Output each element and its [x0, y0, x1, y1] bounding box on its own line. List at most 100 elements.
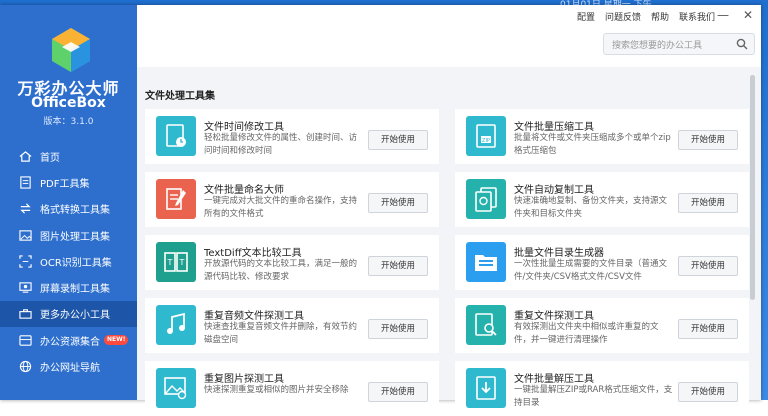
pdf-icon [18, 175, 32, 189]
sidebar-item-0[interactable]: 首页 [0, 143, 137, 169]
tool-description: 快速探测重复或相似的图片并安全移除 [204, 385, 349, 395]
start-button[interactable]: 开始使用 [678, 130, 738, 150]
sidebar-item-1[interactable]: PDF工具集 [0, 169, 137, 195]
tool-description: 轻松批量修改文件的属性、创建时间、访问时间和修改时间 [204, 133, 358, 156]
image-search-icon [156, 368, 196, 408]
sidebar-item-7[interactable]: 办公资源集合 NEW! [0, 327, 137, 353]
tool-description: 一键批量解压ZIP或RAR格式压缩文件，支持目录 [514, 385, 673, 408]
svg-text:ZIP: ZIP [482, 138, 490, 144]
tool-card[interactable]: 重复图片探测工具 快速探测重复或相似的图片并安全移除 开始使用 [145, 361, 439, 416]
file-clock-icon [156, 116, 196, 156]
sidebar-item-label: 图片处理工具集 [40, 231, 110, 243]
ocr-icon [18, 254, 32, 268]
search-input[interactable]: 搜索您想要的办公工具 [603, 33, 755, 55]
top-bar: 配置 问题反馈 帮助 联系我们 — ✕ 搜索您想要的办公工具 [137, 5, 761, 67]
search-placeholder: 搜索您想要的办公工具 [612, 40, 703, 51]
section-title: 文件处理工具集 [145, 91, 215, 102]
rename-icon [156, 179, 196, 219]
tool-description: 开放源代码的文本比较工具，满足一般的源代码比较、修改要求 [204, 259, 358, 282]
tool-name: 文件批量命名大师 [204, 185, 284, 196]
tool-name: TextDiff文本比较工具 [204, 248, 302, 259]
start-button[interactable]: 开始使用 [368, 319, 428, 339]
sidebar-item-label: 办公网址导航 [40, 363, 100, 375]
config-link[interactable]: 配置 [577, 10, 595, 23]
sidebar-item-5[interactable]: 屏幕录制工具集 [0, 274, 137, 300]
sidebar-item-2[interactable]: 格式转换工具集 [0, 196, 137, 222]
tool-name: 重复文件探测工具 [514, 311, 594, 322]
tool-card[interactable]: 批量文件目录生成器 一次性批量生成需要的文件目录（普通文件/文件夹/CSV格式文件… [455, 235, 749, 290]
unzip-icon [466, 368, 506, 408]
start-button[interactable]: 开始使用 [368, 256, 428, 276]
image-icon [18, 228, 32, 242]
app-version: 版本：3.1.0 [43, 117, 94, 127]
app-window: 万彩办公大师 OfficeBox 版本：3.1.0 首页 PDF工具集 格式转换工具… [0, 5, 761, 416]
start-button[interactable]: 开始使用 [678, 256, 738, 276]
tool-name: 文件自动复制工具 [514, 185, 594, 196]
sidebar-item-label: PDF工具集 [40, 178, 90, 190]
tool-name: 文件批量压缩工具 [514, 122, 594, 133]
contact-link[interactable]: 联系我们 [679, 10, 715, 23]
tool-name: 重复音频文件探测工具 [204, 311, 304, 322]
tool-description: 快速查找重复音频文件并删除，有效节约磁盘空间 [204, 322, 358, 345]
window-controls: — ✕ [717, 8, 753, 22]
zip-icon: ZIP [466, 116, 506, 156]
file-search-icon [466, 305, 506, 345]
new-badge: NEW! [104, 335, 129, 346]
sidebar-item-label: 办公资源集合 [40, 336, 100, 348]
tool-card[interactable]: 文件时间修改工具 轻松批量修改文件的属性、创建时间、访问时间和修改时间 开始使用 [145, 109, 439, 164]
tool-card[interactable]: 文件自动复制工具 快速准确地复制、备份文件夹，支持源文件夹和目标文件夹 开始使用 [455, 172, 749, 227]
sidebar-item-label: 首页 [40, 152, 60, 164]
start-button[interactable]: 开始使用 [368, 130, 428, 150]
tool-card[interactable]: T T TextDiff文本比较工具 开放源代码的文本比较工具，满足一般的源代码比较、… [145, 235, 439, 290]
toolbox-icon [18, 307, 32, 321]
help-link[interactable]: 帮助 [651, 10, 669, 23]
convert-icon [18, 202, 32, 216]
home-icon [18, 149, 32, 163]
scrollbar[interactable] [750, 75, 755, 300]
sidebar-item-label: OCR识别工具集 [40, 257, 112, 269]
start-button[interactable]: 开始使用 [368, 382, 428, 402]
start-button[interactable]: 开始使用 [678, 319, 738, 339]
sidebar-item-6[interactable]: 更多办公小工具 [0, 300, 137, 328]
main-content: 文件处理工具集 文件时间修改工具 轻松批量修改文件的属性、创建时间、访问时间和修改… [137, 67, 761, 416]
tool-card[interactable]: ZIP 文件批量压缩工具 批量将文件或文件夹压缩成多个或单个zip格式压缩包 开始使用 [455, 109, 749, 164]
sidebar-item-label: 更多办公小工具 [40, 310, 110, 322]
tool-name: 重复图片探测工具 [204, 374, 284, 385]
web-icon [18, 360, 32, 374]
sidebar-item-label: 屏幕录制工具集 [40, 284, 110, 296]
start-button[interactable]: 开始使用 [678, 193, 738, 213]
sidebar-nav: 首页 PDF工具集格式转换工具集 图片处理工具集 OCR识别工具集 屏幕录制工具集 更多办… [0, 143, 137, 380]
sidebar: 万彩办公大师 OfficeBox 版本：3.1.0 首页 PDF工具集 格式转换工具… [0, 5, 137, 400]
text-compare-icon: TT [156, 242, 196, 282]
svg-text:T: T [167, 258, 173, 267]
sidebar-item-4[interactable]: OCR识别工具集 [0, 248, 137, 274]
tool-card[interactable]: 重复文件探测工具 有效探测出文件夹中相似或许重复的文件，并一键进行清理操作 开始使用 [455, 298, 749, 353]
header-links: 配置 问题反馈 帮助 联系我们 [577, 10, 715, 23]
minimize-button[interactable]: — [717, 8, 729, 22]
tool-card[interactable]: 文件批量命名大师 一键完成对大批文件的重命名操作，支持所有的文件格式 开始使用 [145, 172, 439, 227]
app-subname: OfficeBox [31, 95, 106, 111]
tool-description: 一键完成对大批文件的重命名操作，支持所有的文件格式 [204, 196, 358, 219]
svg-text:T: T [179, 258, 185, 267]
sidebar-item-3[interactable]: 图片处理工具集 [0, 222, 137, 248]
screen-record-icon [18, 281, 32, 295]
start-button[interactable]: 开始使用 [368, 193, 428, 213]
sidebar-item-label: 格式转换工具集 [40, 205, 110, 217]
sidebar-item-8[interactable]: 办公网址导航 [0, 353, 137, 379]
close-button[interactable]: ✕ [743, 8, 753, 22]
music-icon [156, 305, 196, 345]
resource-icon [18, 333, 32, 347]
copy-icon [466, 179, 506, 219]
tool-name: 批量文件目录生成器 [514, 248, 604, 259]
start-button[interactable]: 开始使用 [678, 382, 738, 402]
tool-card[interactable]: 重复音频文件探测工具 快速查找重复音频文件并删除，有效节约磁盘空间 开始使用 [145, 298, 439, 353]
tool-name: 文件批量解压工具 [514, 374, 594, 385]
tool-name: 文件时间修改工具 [204, 122, 284, 133]
tool-description: 快速准确地复制、备份文件夹，支持源文件夹和目标文件夹 [514, 196, 668, 219]
search-icon[interactable] [736, 38, 748, 50]
app-logo-icon [52, 28, 90, 72]
feedback-link[interactable]: 问题反馈 [605, 10, 641, 23]
tool-card[interactable]: 文件批量解压工具 一键批量解压ZIP或RAR格式压缩文件，支持目录 开始使用 [455, 361, 749, 416]
folder-list-icon [466, 242, 506, 282]
tool-description: 有效探测出文件夹中相似或许重复的文件，并一键进行清理操作 [514, 322, 659, 345]
